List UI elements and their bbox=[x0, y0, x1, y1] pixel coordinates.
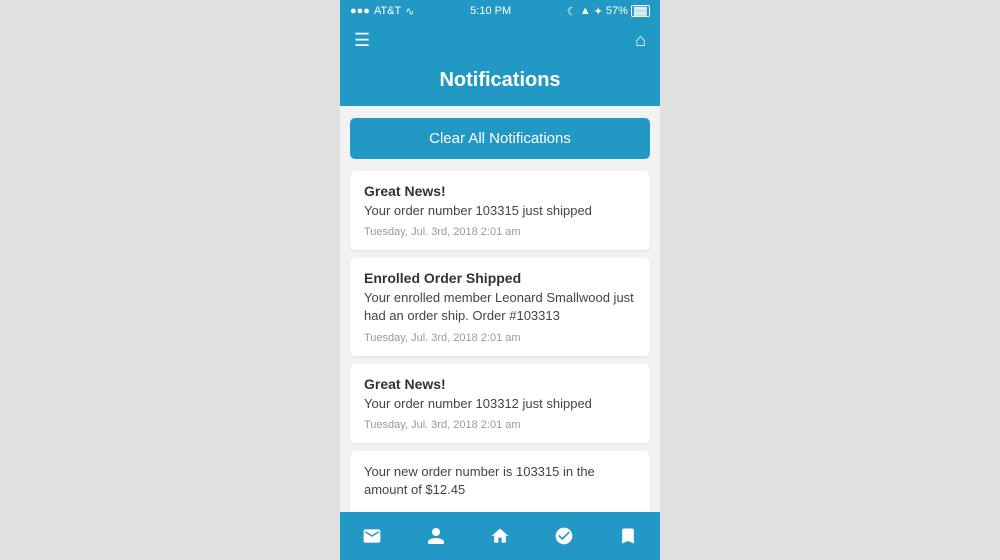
battery-icon: ▓▓ bbox=[631, 5, 650, 17]
menu-icon[interactable]: ☰ bbox=[354, 30, 370, 51]
carrier-label: AT&T bbox=[374, 5, 401, 17]
home-tab-icon bbox=[490, 526, 510, 546]
notification-card-3[interactable]: Great News! Your order number 103312 jus… bbox=[350, 364, 650, 443]
wifi-icon: ∿ bbox=[405, 5, 414, 18]
nav-bar: ☰ ⌂ bbox=[340, 22, 660, 59]
tab-bookmark[interactable] bbox=[608, 520, 648, 552]
notification-card-2[interactable]: Enrolled Order Shipped Your enrolled mem… bbox=[350, 258, 650, 355]
notification-title-3: Great News! bbox=[364, 376, 636, 392]
status-right: ☾ ▲ ✦ 57% ▓▓ bbox=[567, 5, 650, 18]
tab-bar bbox=[340, 512, 660, 560]
location-icon: ▲ bbox=[580, 5, 591, 17]
home-icon[interactable]: ⌂ bbox=[635, 30, 646, 51]
bookmark-icon bbox=[618, 526, 638, 546]
tab-mail[interactable] bbox=[352, 520, 392, 552]
notification-body-3: Your order number 103312 just shipped bbox=[364, 395, 636, 413]
bluetooth-icon: ✦ bbox=[594, 5, 603, 18]
content-area: Clear All Notifications Great News! Your… bbox=[340, 106, 660, 512]
notification-title-2: Enrolled Order Shipped bbox=[364, 270, 636, 286]
check-circle-icon bbox=[554, 526, 574, 546]
tab-check[interactable] bbox=[544, 520, 584, 552]
notification-time-3: Tuesday, Jul. 3rd, 2018 2:01 am bbox=[364, 419, 636, 431]
status-left: ●●● AT&T ∿ bbox=[350, 5, 414, 18]
tab-home[interactable] bbox=[480, 520, 520, 552]
signal-strength: ●●● bbox=[350, 5, 370, 17]
notification-card-1[interactable]: Great News! Your order number 103315 jus… bbox=[350, 171, 650, 250]
notification-body-1: Your order number 103315 just shipped bbox=[364, 202, 636, 220]
notification-title-1: Great News! bbox=[364, 183, 636, 199]
notification-card-4[interactable]: Your new order number is 103315 in the a… bbox=[350, 451, 650, 512]
notification-body-2: Your enrolled member Leonard Smallwood j… bbox=[364, 289, 636, 325]
page-title: Notifications bbox=[350, 69, 650, 92]
phone-frame: ●●● AT&T ∿ 5:10 PM ☾ ▲ ✦ 57% ▓▓ ☰ ⌂ Noti… bbox=[340, 0, 660, 560]
clear-all-button[interactable]: Clear All Notifications bbox=[350, 118, 650, 159]
status-bar: ●●● AT&T ∿ 5:10 PM ☾ ▲ ✦ 57% ▓▓ bbox=[340, 0, 660, 22]
page-title-bar: Notifications bbox=[340, 59, 660, 106]
status-time: 5:10 PM bbox=[470, 5, 511, 17]
notification-time-2: Tuesday, Jul. 3rd, 2018 2:01 am bbox=[364, 332, 636, 344]
moon-icon: ☾ bbox=[567, 5, 577, 18]
tab-person[interactable] bbox=[416, 520, 456, 552]
mail-icon bbox=[362, 526, 382, 546]
battery-percent: 57% bbox=[606, 5, 628, 17]
person-icon bbox=[426, 526, 446, 546]
notification-body-4: Your new order number is 103315 in the a… bbox=[364, 463, 636, 499]
notification-time-1: Tuesday, Jul. 3rd, 2018 2:01 am bbox=[364, 226, 636, 238]
